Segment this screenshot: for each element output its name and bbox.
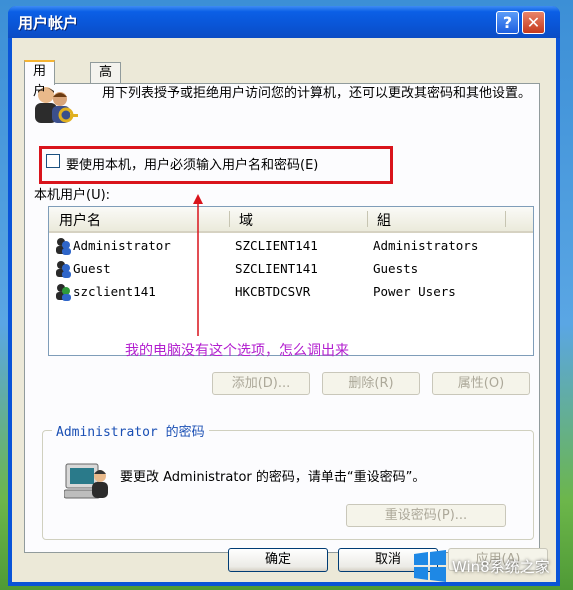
properties-button[interactable]: 属性(O) (432, 372, 530, 395)
annotation-text: 我的电脑没有这个选项，怎么调出来 (125, 343, 349, 359)
watermark-text: Win8系统之家 (452, 558, 550, 576)
help-button[interactable]: ? (496, 11, 519, 34)
computer-user-icon (64, 463, 108, 499)
add-button[interactable]: 添加(D)... (212, 372, 310, 395)
remove-button[interactable]: 删除(R) (322, 372, 420, 395)
window-title: 用户帐户 (18, 14, 79, 32)
reset-password-button[interactable]: 重设密码(P)... (346, 504, 506, 527)
windows-logo-icon (414, 550, 446, 582)
password-group-title: Administrator 的密码 (52, 421, 209, 440)
password-description: 要更改 Administrator 的密码，请单击“重设密码”。 (120, 470, 426, 485)
title-bar[interactable]: 用户帐户 ? ✕ (8, 6, 560, 38)
user-accounts-window: 用户帐户 ? ✕ 用户 高级 用下列表授予或拒绝用户访问您的计算机，还可以更改其… (8, 6, 560, 586)
watermark: Win8系统之家 (410, 548, 570, 584)
close-button[interactable]: ✕ (522, 11, 545, 34)
dialog-body: 用户 高级 用下列表授予或拒绝用户访问您的计算机，还可以更改其密码和其他设置。 … (12, 38, 556, 582)
tab-users[interactable]: 用户 (24, 60, 56, 99)
ok-button[interactable]: 确定 (228, 548, 328, 572)
